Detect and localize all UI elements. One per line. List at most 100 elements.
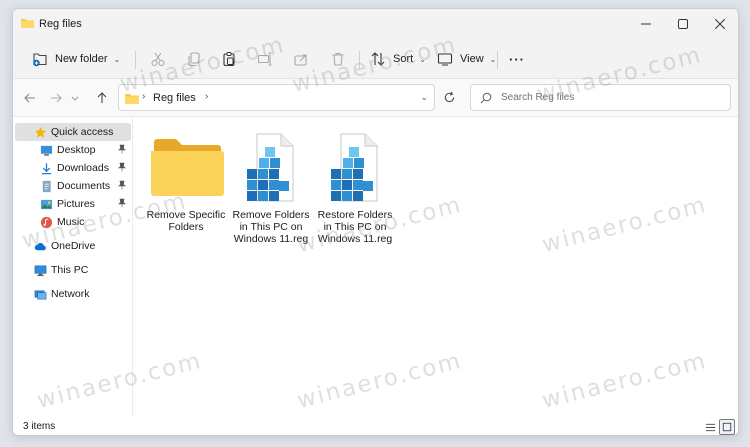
sidebar-item-label: This PC — [51, 264, 89, 276]
pin-icon — [117, 144, 127, 154]
file-name: Remove Specific Folders — [146, 209, 226, 233]
pin-icon — [117, 162, 127, 172]
navigation-bar: › Reg files › ⌄ Search Reg files — [13, 79, 738, 117]
more-options-button[interactable]: ··· — [509, 47, 525, 71]
divider — [135, 51, 136, 69]
sidebar-item-label: Downloads — [57, 162, 109, 174]
minimize-button[interactable] — [626, 9, 666, 39]
file-item[interactable]: Remove Folders in This PC on Windows 11.… — [229, 133, 313, 245]
sidebar-item-label: Pictures — [57, 198, 95, 210]
share-button[interactable] — [292, 47, 310, 71]
new-folder-button[interactable]: New folder ⌄ — [31, 47, 120, 71]
search-icon — [480, 92, 492, 104]
sidebar-item-label: Network — [51, 288, 90, 300]
computer-icon — [33, 263, 47, 277]
cloud-icon — [33, 239, 47, 253]
back-button[interactable] — [21, 89, 39, 107]
refresh-icon — [444, 91, 455, 103]
sort-button[interactable]: Sort ⌄ — [369, 47, 426, 71]
address-bar[interactable]: › Reg files › ⌄ — [118, 84, 435, 111]
search-box[interactable]: Search Reg files — [470, 84, 731, 111]
up-button[interactable] — [93, 89, 111, 107]
arrow-up-icon — [97, 92, 107, 103]
breadcrumb-item[interactable]: Reg files — [153, 92, 196, 104]
forward-button[interactable] — [47, 89, 65, 107]
folder-icon — [125, 94, 139, 104]
new-folder-label: New folder — [55, 53, 108, 65]
folder-icon — [144, 133, 228, 203]
title-bar: Reg files — [13, 9, 738, 39]
arrow-right-icon — [51, 93, 62, 103]
sidebar-item-music[interactable]: Music — [15, 213, 131, 231]
sidebar-item-label: Music — [57, 216, 85, 228]
share-icon — [292, 50, 310, 68]
navigation-pane: Quick access Desktop Downloads Documents… — [13, 117, 133, 417]
network-icon — [33, 287, 47, 301]
sidebar-item-label: OneDrive — [51, 240, 96, 252]
chevron-right-icon: › — [142, 91, 146, 102]
sidebar-item-downloads[interactable]: Downloads — [15, 159, 131, 177]
file-list: Remove Specific Folders Remove Folders i… — [134, 117, 738, 417]
file-item[interactable]: Remove Specific Folders — [144, 133, 228, 233]
view-label: View — [460, 53, 484, 65]
file-name: Restore Folders in This PC on Windows 11… — [317, 209, 393, 245]
folder-icon — [21, 19, 34, 28]
music-icon — [39, 215, 53, 229]
copy-icon — [185, 50, 203, 68]
file-explorer-window: Reg files New folder ⌄ Sort ⌄ View ⌄ ···… — [12, 8, 739, 436]
paste-icon — [220, 50, 238, 68]
sidebar-item-pictures[interactable]: Pictures — [15, 195, 131, 213]
desktop-icon — [39, 143, 53, 157]
paste-button[interactable] — [220, 47, 238, 71]
more-icon: ··· — [509, 51, 525, 67]
address-dropdown-icon[interactable]: ⌄ — [420, 92, 428, 103]
sidebar-item-onedrive[interactable]: OneDrive — [15, 237, 131, 255]
refresh-button[interactable] — [436, 84, 463, 111]
details-view-button[interactable] — [702, 419, 718, 435]
star-icon — [33, 125, 47, 139]
pin-icon — [117, 180, 127, 190]
cut-button[interactable] — [149, 47, 167, 71]
sort-label: Sort — [393, 53, 414, 65]
delete-icon — [329, 50, 347, 68]
close-button[interactable] — [700, 9, 738, 39]
chevron-down-icon — [71, 96, 79, 101]
recent-locations-button[interactable] — [69, 89, 81, 107]
sidebar-item-this-pc[interactable]: This PC — [15, 261, 131, 279]
view-button[interactable]: View ⌄ — [436, 47, 496, 71]
delete-button[interactable] — [329, 47, 347, 71]
chevron-down-icon: ⌄ — [489, 54, 497, 64]
pictures-icon — [39, 197, 53, 211]
status-bar: 3 items — [13, 417, 738, 435]
window-title: Reg files — [39, 18, 82, 30]
maximize-button[interactable] — [663, 9, 703, 39]
view-icon — [436, 50, 454, 68]
sidebar-item-documents[interactable]: Documents — [15, 177, 131, 195]
chevron-right-icon[interactable]: › — [205, 91, 208, 102]
sidebar-item-desktop[interactable]: Desktop — [15, 141, 131, 159]
search-placeholder: Search Reg files — [501, 92, 575, 103]
large-icons-view-button[interactable] — [719, 419, 735, 435]
command-bar: New folder ⌄ Sort ⌄ View ⌄ ··· — [13, 39, 738, 79]
new-folder-icon — [31, 50, 49, 68]
divider — [497, 51, 498, 69]
tiles-icon — [722, 422, 732, 432]
rename-icon — [256, 50, 274, 68]
arrow-left-icon — [24, 93, 35, 103]
sidebar-item-label: Quick access — [51, 126, 114, 138]
rename-button[interactable] — [256, 47, 274, 71]
divider — [359, 51, 360, 69]
item-count: 3 items — [23, 421, 56, 432]
sidebar-item-label: Desktop — [57, 144, 96, 156]
sidebar-item-quick-access[interactable]: Quick access — [15, 123, 131, 141]
download-icon — [39, 161, 53, 175]
close-icon — [715, 19, 725, 29]
pin-icon — [117, 198, 127, 208]
sidebar-item-network[interactable]: Network — [15, 285, 131, 303]
sort-icon — [369, 50, 387, 68]
file-name: Remove Folders in This PC on Windows 11.… — [232, 209, 310, 245]
copy-button[interactable] — [185, 47, 203, 71]
file-item[interactable]: Restore Folders in This PC on Windows 11… — [313, 133, 397, 245]
cut-icon — [149, 50, 167, 68]
chevron-down-icon: ⌄ — [113, 54, 121, 64]
